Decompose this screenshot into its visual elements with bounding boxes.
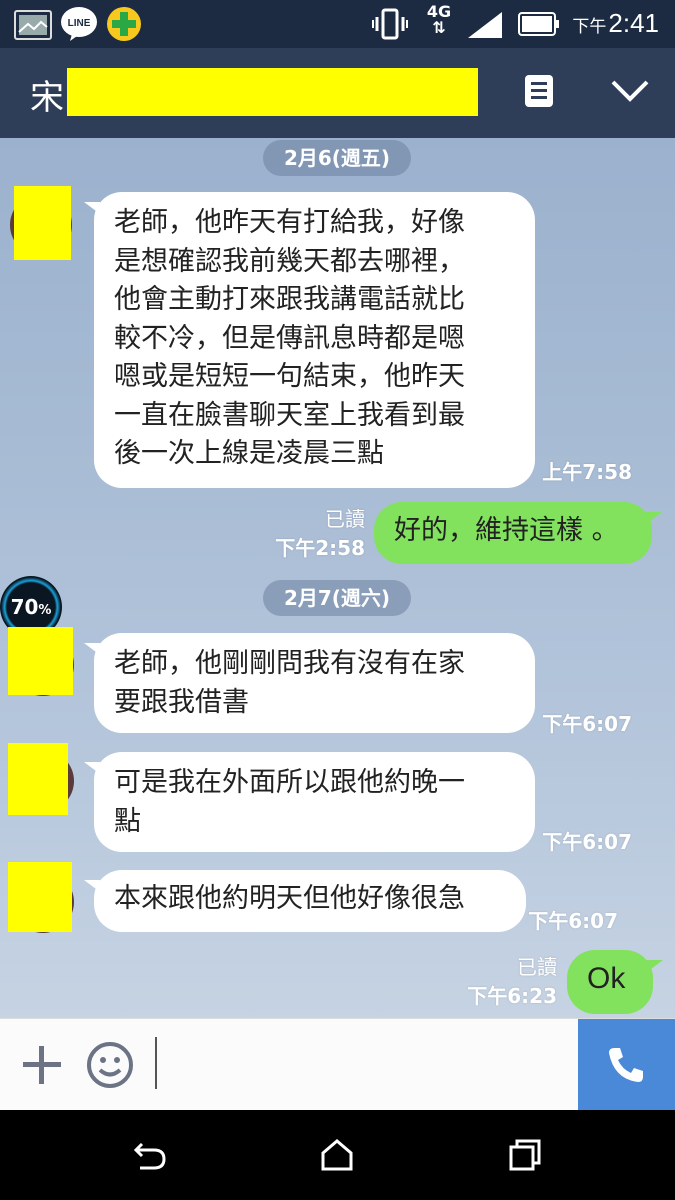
message-bubble[interactable]: 老師，他剛剛問我有沒有在家 要跟我借書 — [84, 633, 535, 733]
signal-icon — [466, 10, 504, 44]
message-input-bar — [0, 1018, 675, 1111]
message-line: 要跟我借書 — [114, 686, 249, 718]
message-meta: 已讀 下午6:23 — [460, 951, 557, 1009]
message-line: 是想確認我前幾天都去哪裡， — [114, 245, 465, 277]
message-time: 下午2:58 — [275, 536, 365, 560]
clock: 下午2:41 — [572, 8, 659, 38]
message-line: 嗯或是短短一句結束，他昨天 — [114, 361, 465, 392]
message-meta: 已讀 下午2:58 — [270, 503, 365, 561]
message-bubble-sent[interactable]: Ok — [567, 950, 663, 1014]
message-line: 一直在臉書聊天室上我看到最 — [114, 399, 465, 431]
chat-area[interactable]: 2月6(週五) 老師，他昨天有打給我，好像 是想確認我前幾天都去哪裡， 他會主動… — [0, 138, 675, 1018]
chevron-down-icon[interactable] — [610, 78, 650, 108]
chat-header: 宋 — [0, 48, 675, 138]
redaction-box — [67, 68, 478, 116]
message-line: 後一次上線是凌晨三點 — [114, 438, 384, 469]
redaction-box — [8, 627, 73, 695]
message-time: 下午6:07 — [542, 830, 632, 854]
plus-app-icon — [106, 6, 142, 46]
plus-icon[interactable] — [20, 1043, 64, 1091]
gallery-icon — [14, 10, 52, 44]
line-app-icon: LINE — [60, 6, 98, 46]
message-time: 下午6:23 — [467, 984, 557, 1008]
message-line: 較不冷，但是傳訊息時都是嗯 — [114, 322, 465, 354]
message-bubble[interactable]: 老師，他昨天有打給我，好像 是想確認我前幾天都去哪裡， 他會主動打來跟我講電話就… — [84, 192, 535, 488]
network-type-icon: 4G ⇅ — [426, 2, 452, 37]
message-input[interactable] — [160, 1029, 560, 1101]
message-line: 點 — [114, 805, 141, 837]
vibrate-icon — [372, 8, 408, 44]
emoji-icon[interactable] — [86, 1041, 134, 1093]
message-line: Ok — [587, 962, 626, 995]
read-receipt: 已讀 — [517, 955, 557, 979]
recents-icon[interactable] — [508, 1138, 542, 1176]
message-time: 下午6:07 — [542, 712, 632, 736]
read-receipt: 已讀 — [325, 507, 365, 531]
redaction-box — [14, 186, 71, 260]
message-line: 老師，他剛剛問我有沒有在家 — [114, 648, 465, 679]
message-time: 上午7:58 — [542, 460, 632, 484]
phone-call-icon — [609, 1048, 643, 1082]
date-separator: 2月7(週六) — [263, 580, 411, 616]
text-cursor — [155, 1037, 157, 1089]
message-line: 老師，他昨天有打給我，好像 — [114, 207, 465, 238]
system-nav-bar — [0, 1110, 675, 1200]
call-button[interactable] — [578, 1019, 675, 1111]
message-line: 本來跟他約明天但他好像很急 — [114, 883, 465, 914]
message-bubble-sent[interactable]: 好的，維持這樣 。 — [374, 502, 662, 564]
redaction-box — [8, 743, 68, 815]
battery-icon — [518, 12, 560, 40]
message-line: 好的，維持這樣 。 — [394, 515, 619, 546]
contact-name[interactable]: 宋 — [30, 70, 64, 119]
redaction-box — [8, 862, 72, 932]
date-separator: 2月6(週五) — [263, 140, 411, 176]
message-time: 下午6:07 — [528, 909, 618, 933]
back-icon[interactable] — [132, 1138, 168, 1176]
status-bar: LINE 4G ⇅ 下午2:41 — [0, 0, 675, 48]
notes-icon[interactable] — [524, 74, 554, 112]
message-line: 可是我在外面所以跟他約晚一 — [114, 767, 465, 798]
widget-percent: 70 — [10, 595, 39, 619]
message-bubble[interactable]: 可是我在外面所以跟他約晚一 點 — [84, 752, 535, 852]
message-bubble[interactable]: 本來跟他約明天但他好像很急 — [84, 870, 526, 932]
svg-text:LINE: LINE — [68, 18, 91, 29]
home-icon[interactable] — [320, 1138, 354, 1176]
message-line: 他會主動打來跟我講電話就比 — [114, 284, 465, 315]
